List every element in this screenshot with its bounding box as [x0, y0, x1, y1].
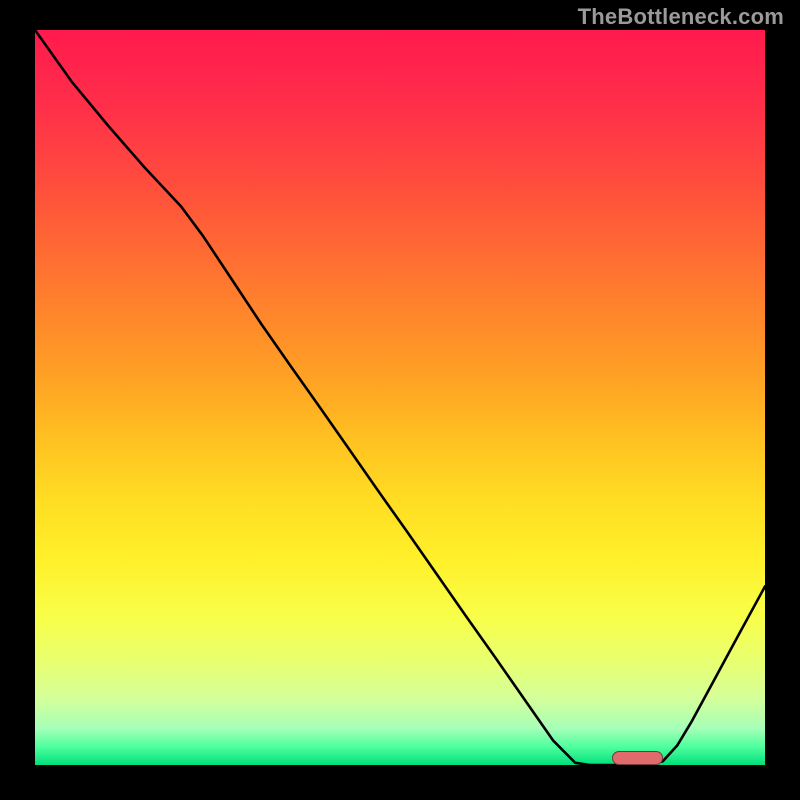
plot-area	[35, 30, 765, 765]
gradient-background	[35, 30, 765, 765]
chart-svg	[35, 30, 765, 765]
optimal-range-marker	[612, 751, 663, 765]
watermark-text: TheBottleneck.com	[578, 4, 784, 30]
chart-frame: TheBottleneck.com	[0, 0, 800, 800]
